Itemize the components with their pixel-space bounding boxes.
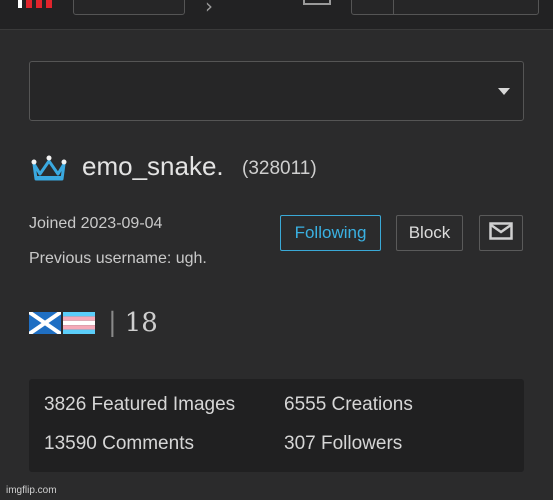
stat-comments[interactable]: 13590 Comments — [44, 433, 194, 455]
logo-bar — [36, 0, 42, 8]
chevron-right-icon[interactable]: › — [205, 0, 213, 18]
mail-icon — [489, 221, 513, 245]
search-box[interactable] — [351, 0, 539, 15]
transgender-flag-icon — [63, 312, 95, 334]
previous-username: Previous username: ugh. — [29, 250, 207, 267]
crown-icon — [30, 155, 68, 185]
logo-bar — [26, 0, 32, 8]
profile-username: emo_snake. — [82, 151, 224, 181]
logo-bar — [46, 0, 52, 8]
nav-dropdown[interactable] — [73, 0, 185, 15]
caret-down-icon — [498, 88, 510, 95]
block-button[interactable]: Block — [396, 215, 463, 251]
top-navbar: › — [0, 0, 553, 30]
age-value: 18 — [124, 308, 158, 338]
search-divider — [393, 0, 394, 14]
stat-creations[interactable]: 6555 Creations — [284, 394, 413, 416]
profile-user-id: (328011) — [242, 158, 317, 179]
following-button[interactable]: Following — [280, 215, 381, 251]
upload-icon[interactable] — [303, 0, 331, 5]
imgflip-logo[interactable] — [18, 0, 52, 8]
stat-featured-images[interactable]: 3826 Featured Images — [44, 394, 235, 416]
separator: | — [108, 308, 117, 338]
logo-bar — [18, 0, 22, 8]
joined-date: Joined 2023-09-04 — [29, 215, 163, 232]
scotland-flag-icon — [29, 312, 61, 334]
stats-panel: 3826 Featured Images 6555 Creations 1359… — [29, 379, 524, 472]
imgflip-watermark: imgflip.com — [6, 485, 57, 496]
message-button[interactable] — [479, 215, 523, 251]
flag-emojis — [29, 312, 95, 334]
stat-followers[interactable]: 307 Followers — [284, 433, 402, 455]
profile-section-select[interactable] — [29, 61, 524, 121]
age-display: | 18 — [108, 308, 158, 338]
